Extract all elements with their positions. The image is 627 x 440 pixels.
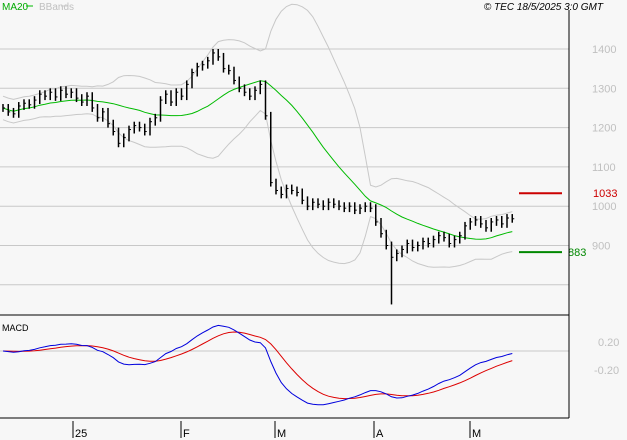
price-tick-label: 1400 [592,44,616,56]
x-tick-label: M [277,428,286,440]
macd-label: MACD [2,323,29,333]
x-tick-label: A [376,428,384,440]
chart-svg: 1400 1300 1200 1100 1000 900 1033 883 0.20 -0.2… [0,2,619,440]
x-tick-label: F [183,428,190,440]
price-tick-label: 1200 [592,123,616,135]
legend-bbands: BBands [39,2,74,13]
price-tick-label: 1000 [592,201,616,213]
macd-line [2,324,513,406]
legend-ma20: MA20 [2,2,29,13]
level-label: 883 [568,247,586,259]
bband-lower [2,109,513,268]
price-tick-label: 1100 [592,162,616,174]
chart-title: © TEC 18/5/2025 3:0 GMT [484,2,604,13]
ma20-line [2,80,513,240]
bband-upper [2,3,513,220]
stock-chart: 1400 1300 1200 1100 1000 900 1033 883 0.20 -0.2… [0,0,627,440]
x-tick-label: 25 [75,428,87,440]
price-tick-label: 1300 [592,83,616,95]
price-tick-label: 900 [592,241,610,253]
x-tick-label: M [472,428,481,440]
macd-tick-label: -0.20 [594,365,619,377]
macd-tick-label: 0.20 [598,337,619,349]
level-label: 1033 [593,188,617,200]
